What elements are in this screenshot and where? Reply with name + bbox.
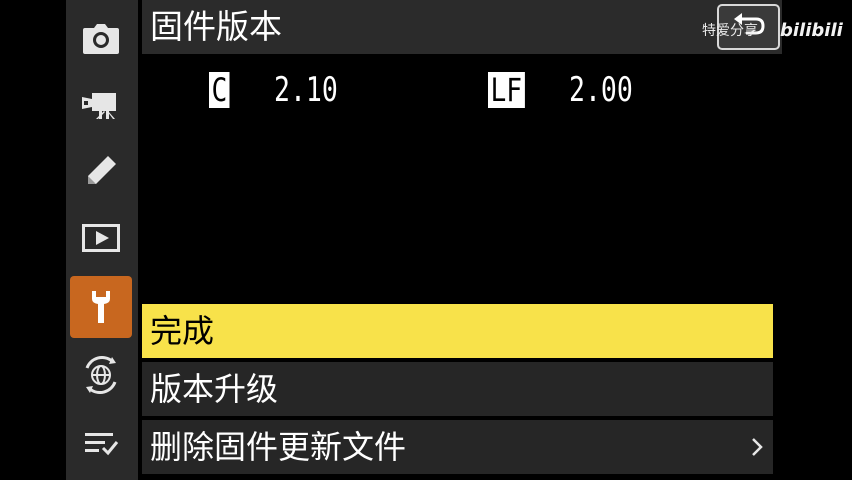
firmware-lf-version: 2.00 (568, 70, 633, 110)
sidebar-item-custom-settings[interactable] (70, 140, 132, 202)
bilibili-logo: bilibili (780, 20, 843, 41)
sidebar-item-setup[interactable] (70, 276, 132, 338)
menu-item-label: 版本升级 (150, 370, 279, 408)
watermark-text: 特爱分享 (702, 23, 758, 39)
playback-icon (82, 224, 120, 252)
menu-item-label: 删除固件更新文件 (150, 428, 407, 466)
wrench-icon (91, 289, 111, 325)
chevron-right-icon (749, 436, 765, 458)
firmware-lf-badge: LF (488, 72, 525, 108)
movie-camera-icon (82, 89, 120, 119)
menu-item-delete-firmware-files[interactable]: 删除固件更新文件 (142, 420, 773, 474)
sidebar-item-playback[interactable] (70, 207, 132, 269)
pencil-icon (84, 154, 118, 188)
firmware-c: C 2.10 (209, 70, 356, 110)
firmware-c-badge: C (209, 72, 230, 108)
sidebar-item-photo-shooting[interactable] (70, 8, 132, 70)
menu-item-label: 完成 (150, 312, 215, 350)
menu-item-firmware-update[interactable]: 版本升级 (142, 362, 773, 416)
my-menu-icon (83, 429, 119, 457)
firmware-lf: LF 2.00 (488, 70, 650, 110)
sidebar (66, 0, 138, 480)
camera-icon (83, 24, 119, 54)
sidebar-item-my-menu[interactable] (70, 412, 132, 474)
page-title: 固件版本 (150, 7, 282, 46)
menu-item-done[interactable]: 完成 (142, 304, 773, 358)
sidebar-item-movie-shooting[interactable] (70, 73, 132, 135)
camera-menu-screen: 固件版本 特爱分享 bilibili C 2.10 LF 2.00 完成 版本升… (0, 0, 852, 480)
firmware-c-version: 2.10 (274, 70, 339, 110)
sidebar-item-network[interactable] (70, 344, 132, 406)
network-icon (82, 356, 120, 394)
